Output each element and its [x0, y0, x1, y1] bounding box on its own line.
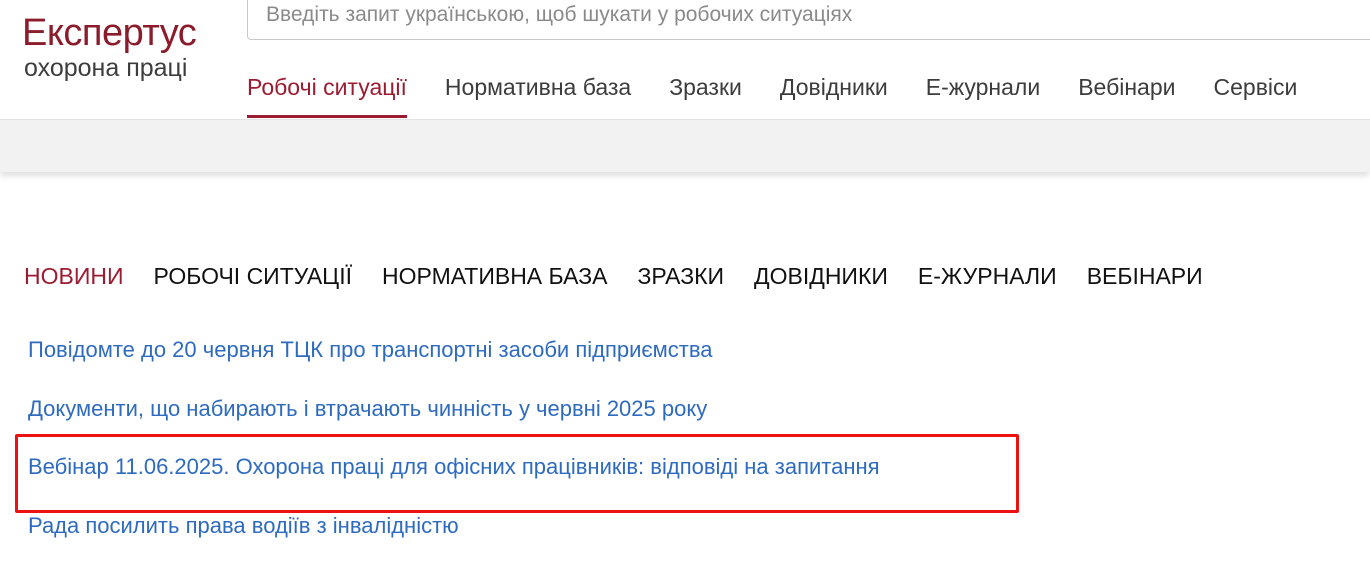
tab-handbooks[interactable]: ДОВІДНИКИ	[754, 261, 888, 291]
topnav-handbooks[interactable]: Довідники	[780, 60, 888, 118]
tab-news[interactable]: НОВИНИ	[24, 261, 124, 291]
tab-webinars[interactable]: ВЕБІНАРИ	[1087, 261, 1203, 291]
tab-working-situations[interactable]: РОБОЧІ СИТУАЦІЇ	[154, 261, 352, 291]
tab-regulatory-base[interactable]: НОРМАТИВНА БАЗА	[382, 261, 607, 291]
section-tabs: НОВИНИ РОБОЧІ СИТУАЦІЇ НОРМАТИВНА БАЗА З…	[24, 261, 1233, 291]
topnav-regulatory-base[interactable]: Нормативна база	[445, 60, 631, 118]
topnav-working-situations[interactable]: Робочі ситуації	[247, 60, 407, 118]
sub-header-bar	[0, 119, 1370, 172]
highlight-box	[15, 434, 1019, 513]
news-item-link[interactable]: Рада посилить права водіїв з інвалідніст…	[28, 512, 880, 570]
topnav-services[interactable]: Сервіси	[1214, 60, 1298, 118]
main-navigation: Робочі ситуації Нормативна база Зразки Д…	[247, 60, 1335, 118]
logo-brand: Експертус	[22, 12, 222, 54]
topnav-samples[interactable]: Зразки	[669, 60, 742, 118]
logo-subtitle: охорона праці	[24, 54, 222, 82]
topnav-e-journals[interactable]: Е-журнали	[926, 60, 1040, 118]
topnav-webinars[interactable]: Вебінари	[1078, 60, 1175, 118]
tab-samples[interactable]: ЗРАЗКИ	[637, 261, 724, 291]
news-item-link[interactable]: Повідомте до 20 червня ТЦК про транспорт…	[28, 336, 880, 395]
search-input[interactable]	[247, 0, 1370, 40]
site-logo[interactable]: Експертус охорона праці	[22, 12, 222, 82]
tab-e-journals[interactable]: Е-ЖУРНАЛИ	[918, 261, 1057, 291]
